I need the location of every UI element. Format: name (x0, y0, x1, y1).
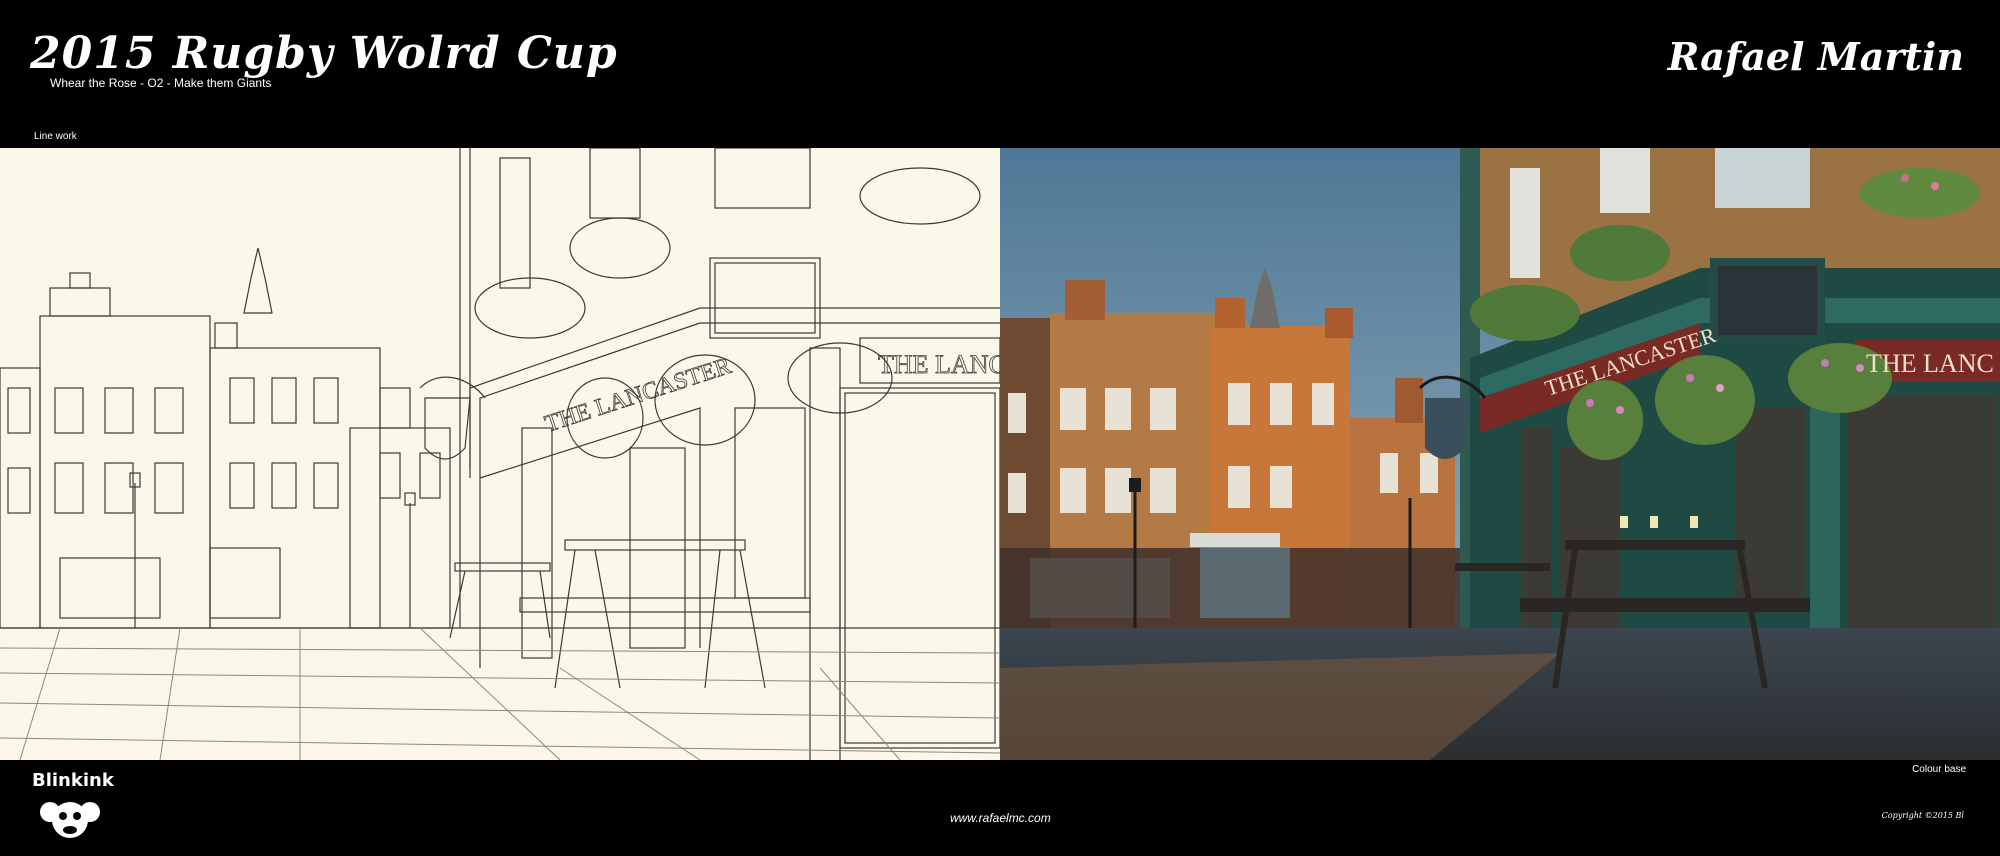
colour-base-label: Colour base (1912, 764, 1966, 775)
copyright-text: Copyright ©2015 Bl (1881, 811, 1964, 820)
line-work-panel: THE LANCASTER THE LANC (0, 148, 1000, 760)
page-title: 2015 Rugby Wolrd Cup (30, 28, 618, 79)
author-name: Rafael Martin (1667, 34, 1964, 79)
logo-text: Blinkink (32, 770, 114, 791)
website-link[interactable]: www.rafaelmc.com (950, 811, 1051, 825)
colour-base-panel: THE LANCASTER THE LANC (1000, 148, 2000, 760)
line-pub-sign-text: THE LANCASTER (542, 353, 735, 438)
line-work-illustration: THE LANCASTER THE LANC (0, 148, 1000, 760)
line-work-label: Line work (34, 131, 77, 142)
colour-base-illustration: THE LANCASTER THE LANC (1000, 148, 2000, 760)
page-subtitle: Whear the Rose - O2 - Make them Giants (50, 76, 272, 90)
line-facade-text: THE LANC (878, 350, 1000, 379)
colour-facade-text: THE LANC (1866, 349, 1994, 378)
blinkink-logo: Blinkink (30, 770, 114, 846)
